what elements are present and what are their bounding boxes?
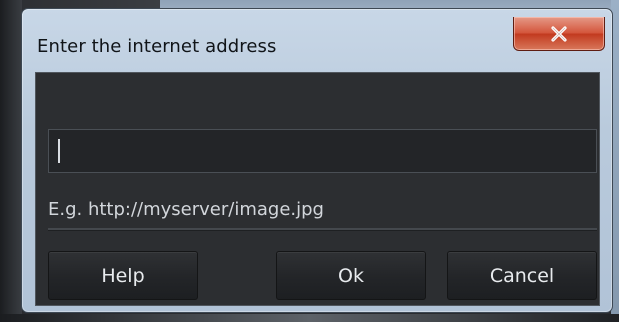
dialog-content: E.g. http://myserver/image.jpg Help Ok C… — [35, 72, 600, 306]
ok-button[interactable]: Ok — [276, 251, 426, 300]
address-input[interactable] — [48, 129, 597, 173]
help-button[interactable]: Help — [48, 251, 198, 300]
divider — [48, 228, 597, 231]
dialog-title: Enter the internet address — [37, 36, 277, 57]
desktop-background — [0, 0, 22, 322]
address-dialog: Enter the internet address E.g. http://m… — [21, 8, 613, 313]
close-icon — [551, 25, 567, 42]
example-hint: E.g. http://myserver/image.jpg — [48, 199, 324, 220]
desktop-background — [0, 314, 619, 322]
text-caret — [58, 139, 60, 163]
cancel-button[interactable]: Cancel — [447, 251, 597, 300]
close-button[interactable] — [513, 17, 605, 51]
